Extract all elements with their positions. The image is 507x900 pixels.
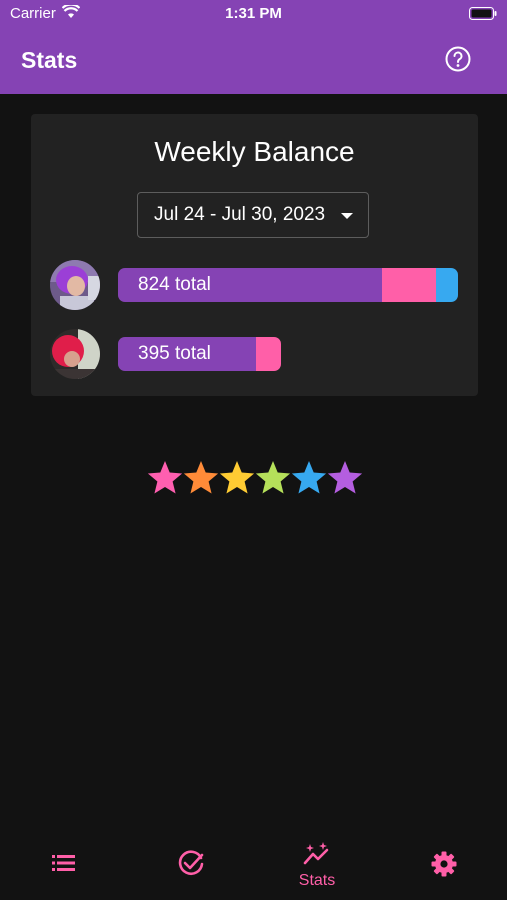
list-icon [52,855,75,871]
help-circle-icon[interactable] [445,46,471,72]
rating-stars [147,461,363,494]
member-row[interactable]: 395 total [31,329,478,379]
check-circle-icon [178,850,204,876]
status-bar: Carrier 1:31 PM [0,0,507,28]
nav-item-stats[interactable]: Stats [277,834,357,894]
battery-icon [469,7,497,20]
star-icon [147,461,183,494]
nav-item-settings[interactable] [404,834,484,894]
nav-label-stats: Stats [298,872,336,889]
member-balance-bar: 824 total [118,268,458,302]
nav-item-tasks[interactable] [150,834,230,894]
weekly-balance-card: Weekly Balance Jul 24 - Jul 30, 2023 824… [31,114,478,396]
star-icon [291,461,327,494]
star-icon [255,461,291,494]
star-icon [219,461,255,494]
member-row[interactable]: 824 total [31,260,478,310]
app-bar: Carrier 1:31 PM Stats [0,0,507,94]
nav-item-list[interactable] [24,834,104,894]
avatar[interactable] [50,329,100,379]
gear-icon [431,851,457,877]
bar-segment [255,337,281,371]
member-balance-bar: 395 total [118,337,281,371]
star-icon [327,461,363,494]
bar-segment [436,268,458,302]
trending-sparkle-icon [303,842,329,865]
page-title: Stats [21,47,78,73]
star-icon [183,461,219,494]
dropdown-caret-icon [341,213,353,219]
clock: 1:31 PM [225,5,282,22]
avatar[interactable] [50,260,100,310]
bar-segment [381,268,437,302]
date-range-value: Jul 24 - Jul 30, 2023 [154,204,326,225]
date-range-dropdown[interactable]: Jul 24 - Jul 30, 2023 [137,192,369,238]
member-total-label: 824 total [138,274,211,295]
bottom-nav: Stats [0,834,507,900]
card-title: Weekly Balance [154,136,355,167]
member-total-label: 395 total [138,343,211,364]
